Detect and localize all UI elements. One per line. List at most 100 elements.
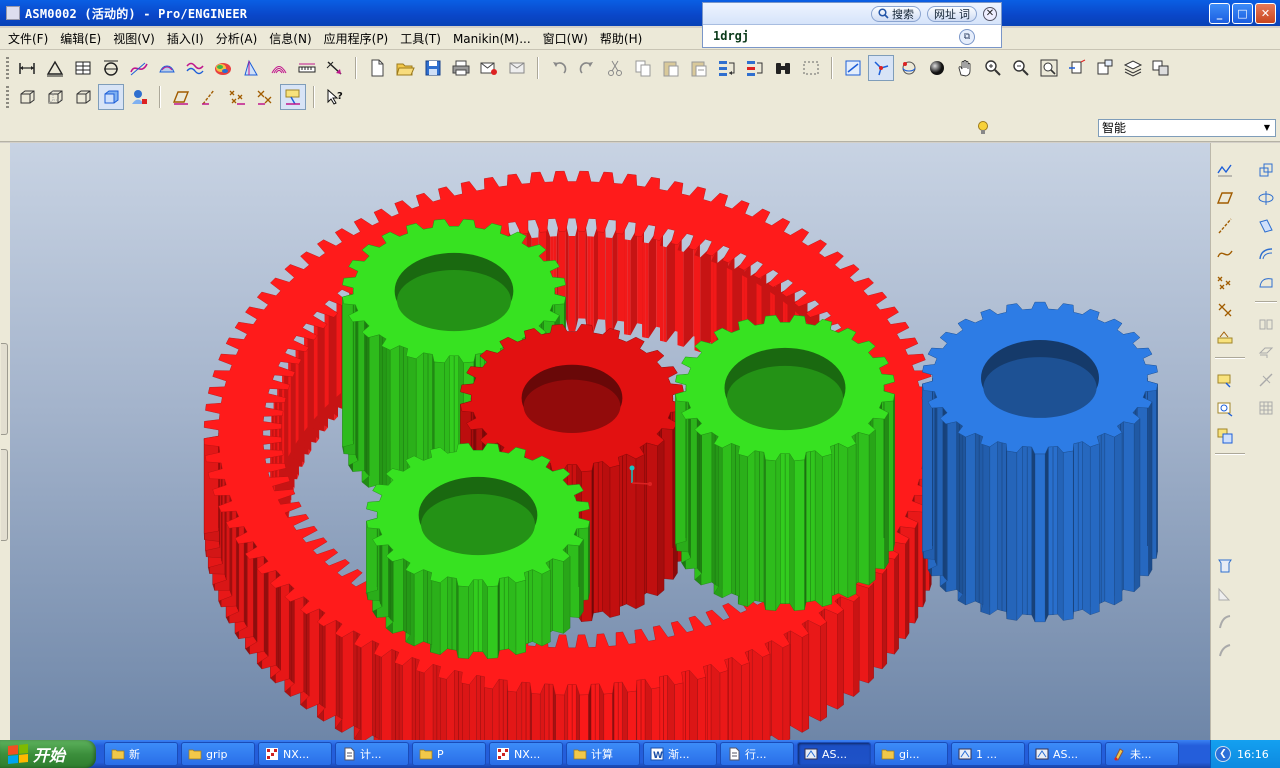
reference-dim-button[interactable] [42, 55, 68, 81]
find-button[interactable] [770, 55, 796, 81]
pan-button[interactable] [952, 55, 978, 81]
new-file-button[interactable] [364, 55, 390, 81]
chamfer-tool-button[interactable] [1214, 611, 1236, 633]
send-mail-button[interactable] [476, 55, 502, 81]
taskbar-task[interactable]: 行... [720, 742, 794, 766]
taskbar-task[interactable]: NX... [489, 742, 563, 766]
layers-button[interactable] [1120, 55, 1146, 81]
round-tool-button[interactable] [1214, 583, 1236, 605]
curve-analysis-button[interactable] [126, 55, 152, 81]
model-tree-display-button[interactable] [126, 84, 152, 110]
paste-special-button[interactable] [686, 55, 712, 81]
datum-axis-tool-button[interactable] [1214, 215, 1236, 237]
dict-copy-button[interactable]: ⧉ [959, 29, 975, 45]
menu-view[interactable]: 视图(V) [107, 29, 161, 49]
boundary-blend-button[interactable] [1255, 271, 1277, 293]
cut-button[interactable] [602, 55, 628, 81]
taskbar-task[interactable]: 1 ... [951, 742, 1025, 766]
selection-box-button[interactable] [798, 55, 824, 81]
menu-applications[interactable]: 应用程序(P) [318, 29, 395, 49]
merge-tool-button[interactable] [1255, 341, 1277, 363]
shading-button[interactable] [924, 55, 950, 81]
new-component-button[interactable] [1214, 369, 1236, 391]
menu-edit[interactable]: 编辑(E) [54, 29, 107, 49]
chevron-down-icon[interactable]: ▼ [1260, 121, 1274, 135]
taskbar-task[interactable]: 计算 [566, 742, 640, 766]
wireframe-button[interactable] [14, 84, 40, 110]
copy-button[interactable] [630, 55, 656, 81]
paste-button[interactable] [658, 55, 684, 81]
regenerate-button[interactable] [714, 55, 740, 81]
menu-tools[interactable]: 工具(T) [394, 29, 447, 49]
menu-manikin[interactable]: Manikin(M)... [447, 29, 537, 49]
assemble-component-button[interactable] [1214, 397, 1236, 419]
dict-web-button[interactable]: 网址 词 [927, 5, 977, 22]
minimize-button[interactable]: _ [1209, 3, 1230, 24]
open-file-button[interactable] [392, 55, 418, 81]
datum-axis-display-button[interactable] [196, 84, 222, 110]
slope-button[interactable] [266, 55, 292, 81]
undo-button[interactable] [546, 55, 572, 81]
measure-arrow-button[interactable] [322, 55, 348, 81]
csys-tool-button[interactable] [1214, 299, 1236, 321]
print-button[interactable] [448, 55, 474, 81]
reorient-button[interactable] [1064, 55, 1090, 81]
surface-analysis-button[interactable] [154, 55, 180, 81]
redo-button[interactable] [574, 55, 600, 81]
selection-filter-select[interactable]: 智能 ▼ [1098, 119, 1276, 137]
trim-tool-button[interactable] [1255, 369, 1277, 391]
tray-chevron-icon[interactable]: ❮ [1215, 746, 1231, 762]
revolve-tool-button[interactable] [1255, 187, 1277, 209]
draft-tool-button[interactable] [1214, 639, 1236, 661]
send-link-button[interactable] [504, 55, 530, 81]
clock[interactable]: 16:16 [1237, 748, 1269, 761]
taskbar-task[interactable]: AS... [797, 742, 871, 766]
menu-file[interactable]: 文件(F) [2, 29, 54, 49]
datum-plane-display-button[interactable] [168, 84, 194, 110]
blend-tool-button[interactable] [1255, 243, 1277, 265]
taskbar-task[interactable]: AS... [1028, 742, 1102, 766]
csys-display-button[interactable] [252, 84, 278, 110]
shaded-button[interactable] [98, 84, 124, 110]
taskbar-task[interactable]: 新 [104, 742, 178, 766]
dict-search-button[interactable]: 搜索 [871, 5, 921, 22]
datum-curve-tool-button[interactable] [1214, 243, 1236, 265]
hole-tool-button[interactable] [1214, 555, 1236, 577]
zoom-in-button[interactable] [980, 55, 1006, 81]
no-hidden-button[interactable] [70, 84, 96, 110]
annotation-display-button[interactable] [280, 84, 306, 110]
taskbar-task[interactable]: gi... [874, 742, 948, 766]
orient-mode-button[interactable] [896, 55, 922, 81]
assembly-csys-button[interactable] [1255, 159, 1277, 181]
menu-info[interactable]: 信息(N) [263, 29, 317, 49]
diameter-button[interactable] [98, 55, 124, 81]
curvature-button[interactable] [182, 55, 208, 81]
sketch-tool-button[interactable] [1214, 159, 1236, 181]
saved-views-button[interactable] [1092, 55, 1118, 81]
datum-point-tool-button[interactable] [1214, 271, 1236, 293]
menu-window[interactable]: 窗口(W) [537, 29, 594, 49]
table-dim-button[interactable] [70, 55, 96, 81]
dict-query[interactable]: 1drgj [713, 29, 749, 43]
repaint-button[interactable] [840, 55, 866, 81]
taskbar-task[interactable]: 未... [1105, 742, 1179, 766]
dimension-button[interactable] [14, 55, 40, 81]
taskbar-task[interactable]: 计... [335, 742, 409, 766]
lightbulb-icon[interactable] [974, 119, 992, 137]
browser-tab[interactable] [1, 449, 8, 541]
draft-analysis-button[interactable] [238, 55, 264, 81]
context-help-button[interactable]: ? [322, 84, 348, 110]
create-component-button[interactable] [1214, 425, 1236, 447]
pattern-tool-button[interactable] [1255, 397, 1277, 419]
datum-plane-tool-button[interactable] [1214, 187, 1236, 209]
close-button[interactable]: ✕ [1255, 3, 1276, 24]
refit-button[interactable] [1036, 55, 1062, 81]
measure-button[interactable] [294, 55, 320, 81]
navigator-tab[interactable] [1, 343, 8, 435]
analysis-feature-button[interactable] [1214, 327, 1236, 349]
gear-assembly-model[interactable] [10, 143, 1210, 740]
taskbar-task[interactable]: NX... [258, 742, 332, 766]
taskbar-task[interactable]: W 渐... [643, 742, 717, 766]
taskbar-task[interactable]: grip [181, 742, 255, 766]
mirror-tool-button[interactable] [1255, 313, 1277, 335]
